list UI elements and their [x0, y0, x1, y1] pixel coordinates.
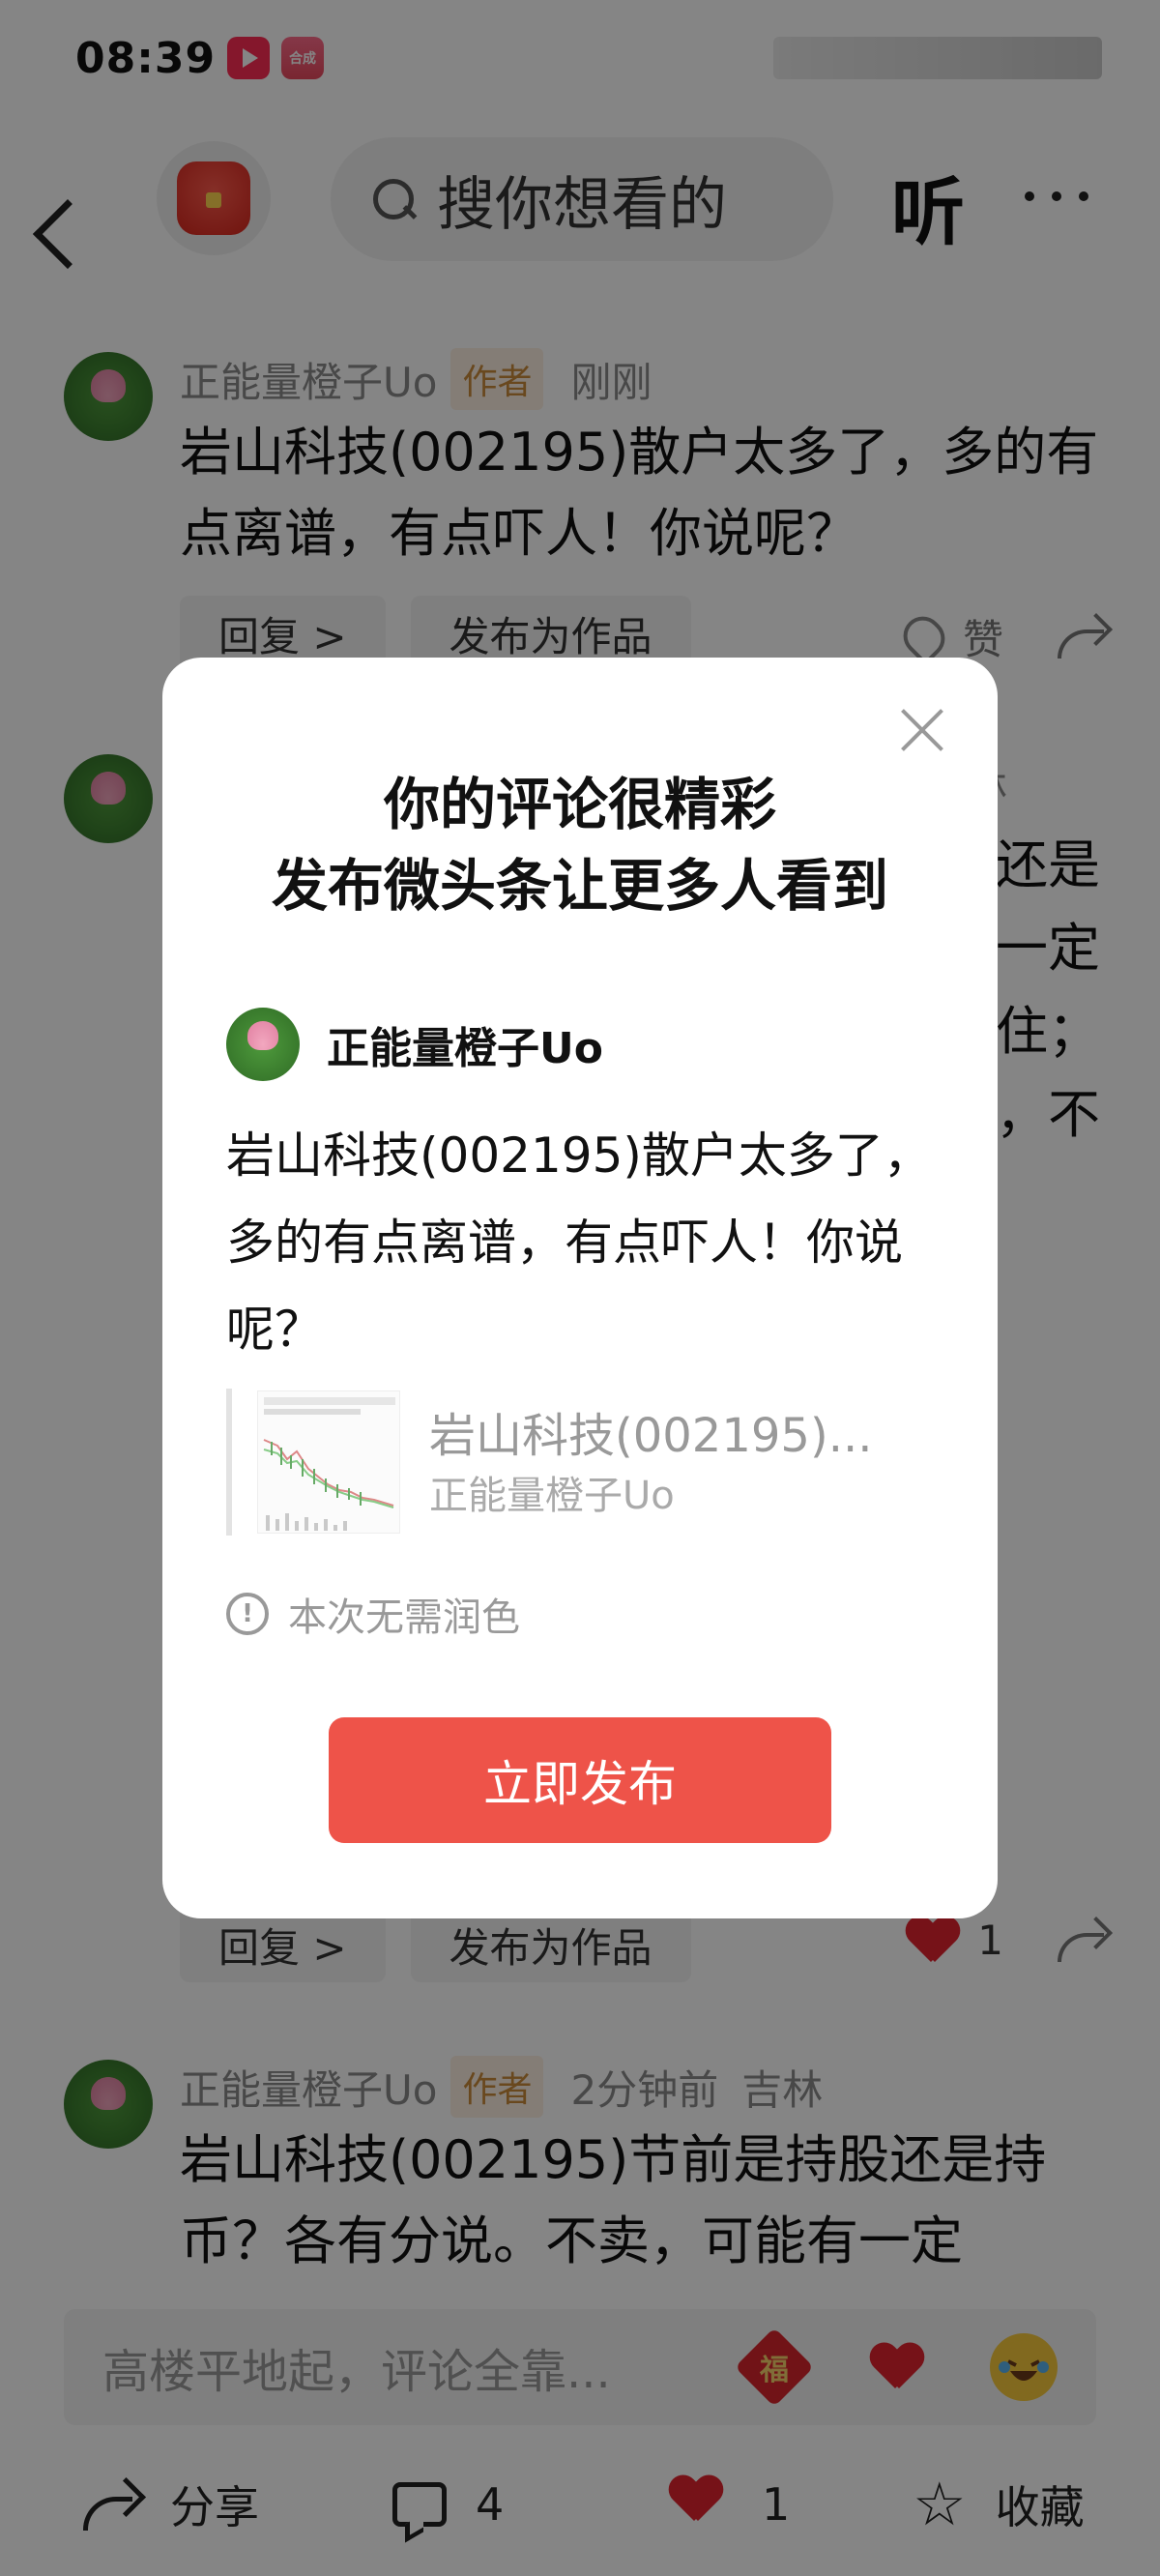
modal-comment-text: 岩山科技(002195)散户太多了，多的有点离谱，有点吓人！你说呢？ — [226, 1127, 932, 1358]
modal-title: 你的评论很精彩 发布微头条让更多人看到 — [271, 772, 888, 919]
quoted-article-info: 岩山科技(002195)... 正能量橙子Uo — [429, 1402, 872, 1522]
quoted-article-author: 正能量橙子Uo — [429, 1474, 675, 1518]
modal-note-text: 本次无需润色 — [288, 1595, 520, 1640]
close-icon[interactable] — [899, 706, 947, 754]
publish-now-button[interactable]: 立即发布 — [329, 1717, 831, 1843]
modal-user: 正能量橙子Uo — [226, 1008, 603, 1081]
modal-user-name: 正能量橙子Uo — [327, 1024, 603, 1073]
quoted-article: 岩山科技(002195)... 正能量橙子Uo — [226, 1389, 942, 1536]
article-thumbnail — [257, 1390, 400, 1534]
publish-modal: 你的评论很精彩 发布微头条让更多人看到 正能量橙子Uo 岩山科技(002195)… — [162, 658, 998, 1918]
avatar — [226, 1008, 300, 1081]
modal-note: ! 本次无需润色 — [226, 1586, 520, 1642]
info-icon: ! — [226, 1593, 269, 1635]
quoted-article-title: 岩山科技(002195)... — [429, 1409, 873, 1463]
